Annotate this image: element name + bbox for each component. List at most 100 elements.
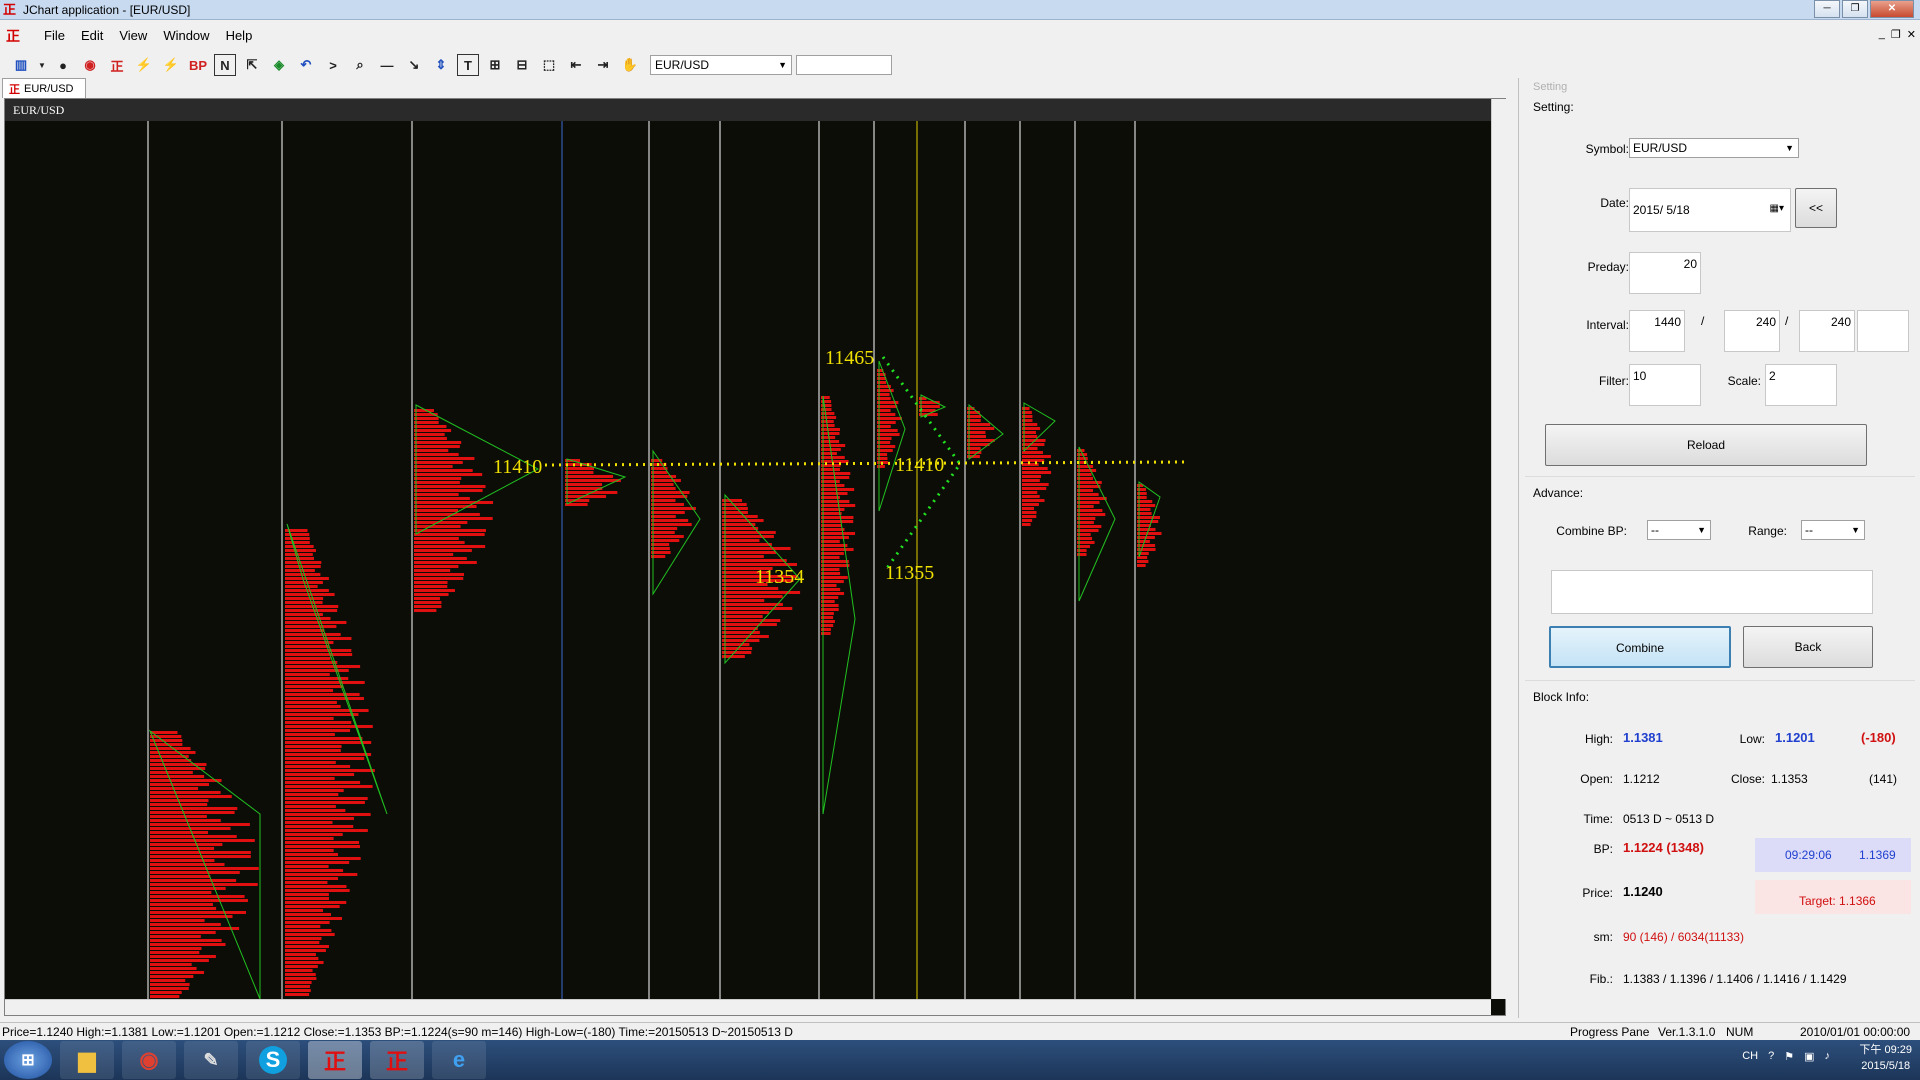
jchart-taskbar-icon-2[interactable]: 正 <box>370 1041 424 1079</box>
chart-area[interactable]: 11465 11410 11410 11354 11355 EUR/USD <box>4 98 1507 1016</box>
select-rect-icon[interactable]: ⬚ <box>538 54 560 76</box>
maximize-button[interactable]: ❐ <box>1842 0 1868 18</box>
preday-input[interactable]: 20 <box>1629 252 1701 294</box>
vertical-scrollbar[interactable] <box>1491 99 1507 999</box>
close-button[interactable]: ✕ <box>1870 0 1914 18</box>
time-value: 0513 D ~ 0513 D <box>1623 812 1715 826</box>
red-lightning-icon[interactable]: ⚡ <box>160 54 182 76</box>
lightning-icon[interactable]: ⚡ <box>133 54 155 76</box>
profile-bar <box>150 859 215 862</box>
skype-icon[interactable]: S <box>246 1041 300 1079</box>
next-icon[interactable]: > <box>322 54 344 76</box>
chart-annotation-label: 11410 <box>895 454 944 476</box>
network-icon[interactable]: ▣ <box>1804 1050 1814 1063</box>
menu-help[interactable]: Help <box>218 24 261 48</box>
memo-input[interactable] <box>1551 570 1873 614</box>
filter-input[interactable]: 10 <box>1629 364 1701 406</box>
profile-bar <box>285 761 336 764</box>
stop-icon[interactable]: ◉ <box>79 54 101 76</box>
zoom-out-icon[interactable]: ⊟ <box>511 54 533 76</box>
profile-bar <box>285 573 321 576</box>
profile-bar <box>1137 520 1159 523</box>
menu-edit[interactable]: Edit <box>73 24 111 48</box>
dropdown-arrow-icon[interactable]: ▼ <box>37 54 47 76</box>
zoom-icon[interactable]: ⌕ <box>349 54 371 76</box>
horizontal-scrollbar[interactable] <box>5 999 1491 1015</box>
profile-bar <box>414 425 447 428</box>
jchart-taskbar-icon-1[interactable]: 正 <box>308 1041 362 1079</box>
profile-bar <box>877 429 898 432</box>
scroll-left-icon[interactable]: ⇤ <box>565 54 587 76</box>
interval-input-4[interactable] <box>1857 310 1909 352</box>
ie-icon[interactable]: e <box>432 1041 486 1079</box>
profile-bar <box>150 927 240 930</box>
symbol-dropdown[interactable]: EUR/USD ▼ <box>650 55 792 75</box>
date-picker[interactable]: 2015/ 5/18 ▦▾ <box>1629 188 1791 232</box>
advance-label: Advance: <box>1533 486 1584 500</box>
tab-eur-usd[interactable]: 正 EUR/USD <box>2 78 86 98</box>
market-profile-chart[interactable]: 11465 11410 11410 11354 11355 <box>5 99 1491 999</box>
profile-bar <box>414 545 486 548</box>
profile-bar <box>414 481 460 484</box>
bp-button[interactable]: BP <box>187 54 209 76</box>
n-tool-button[interactable]: N <box>214 54 236 76</box>
chrome-icon[interactable]: ◉ <box>122 1041 176 1079</box>
layers-icon[interactable]: ◈ <box>268 54 290 76</box>
help-icon[interactable]: ? <box>1768 1050 1774 1063</box>
profile-bar <box>285 693 360 696</box>
menu-view[interactable]: View <box>111 24 155 48</box>
minimize-button[interactable]: ─ <box>1814 0 1840 18</box>
panel-symbol-dropdown[interactable]: EUR/USD ▼ <box>1629 138 1799 158</box>
combine-button[interactable]: Combine <box>1549 626 1731 668</box>
low-label: Low: <box>1739 732 1765 746</box>
profile-bar <box>651 487 676 490</box>
profile-bar <box>285 765 351 768</box>
start-button-icon[interactable]: ⊞ <box>4 1041 52 1079</box>
profile-bar <box>285 621 347 624</box>
arrows-icon[interactable]: ⇕ <box>430 54 452 76</box>
toolbar-text-input[interactable] <box>796 55 892 75</box>
profile-bar <box>150 803 208 806</box>
clock[interactable]: 下午 09:29 2015/5/18 <box>1859 1042 1912 1074</box>
horizontal-line-icon[interactable]: — <box>376 54 398 76</box>
record-icon[interactable]: ● <box>52 54 74 76</box>
volume-icon[interactable]: ♪ <box>1825 1050 1831 1063</box>
profile-bar <box>285 949 326 952</box>
scroll-right-icon[interactable]: ⇥ <box>592 54 614 76</box>
flag-icon[interactable]: ⚑ <box>1784 1050 1794 1063</box>
menu-window[interactable]: Window <box>155 24 217 48</box>
app-logo-icon: 正 <box>3 1 17 17</box>
hand-icon[interactable]: ✋ <box>619 54 641 76</box>
profile-bar <box>285 929 332 932</box>
menu-file[interactable]: File <box>36 24 73 48</box>
calendar-icon[interactable]: ▦▾ <box>1770 203 1784 214</box>
editor-icon[interactable]: ✎ <box>184 1041 238 1079</box>
scale-input[interactable]: 2 <box>1765 364 1837 406</box>
cursor-icon[interactable]: ⇱ <box>241 54 263 76</box>
interval-input-3[interactable]: 240 <box>1799 310 1855 352</box>
reload-button[interactable]: Reload <box>1545 424 1867 466</box>
bar-chart-icon[interactable]: ▥ <box>10 54 32 76</box>
mdi-restore-button[interactable]: ❐ <box>1891 28 1901 41</box>
zoom-in-icon[interactable]: ⊞ <box>484 54 506 76</box>
profile-bar <box>285 921 330 924</box>
mdi-close-button[interactable]: ✕ <box>1907 28 1916 41</box>
folder-icon[interactable]: ▆ <box>60 1041 114 1079</box>
language-indicator[interactable]: CH <box>1742 1050 1758 1063</box>
combine-bp-dropdown[interactable]: -- ▼ <box>1647 520 1711 540</box>
profile-bar <box>414 581 448 584</box>
logo-tool-icon[interactable]: 正 <box>106 54 128 76</box>
profile-bar <box>150 819 221 822</box>
range-dropdown[interactable]: -- ▼ <box>1801 520 1865 540</box>
profile-bar <box>651 535 684 538</box>
diagonal-line-icon[interactable]: ↘ <box>403 54 425 76</box>
interval-input-2[interactable]: 240 <box>1724 310 1780 352</box>
text-tool-button[interactable]: T <box>457 54 479 76</box>
undo-icon[interactable]: ↶ <box>295 54 317 76</box>
date-back-button[interactable]: << <box>1795 188 1837 228</box>
sm-value: 90 (146) / 6034(11133) <box>1623 930 1744 944</box>
mdi-minimize-button[interactable]: _ <box>1879 28 1885 41</box>
interval-input-1[interactable]: 1440 <box>1629 310 1685 352</box>
back-button[interactable]: Back <box>1743 626 1873 668</box>
profile-bar <box>821 608 839 611</box>
